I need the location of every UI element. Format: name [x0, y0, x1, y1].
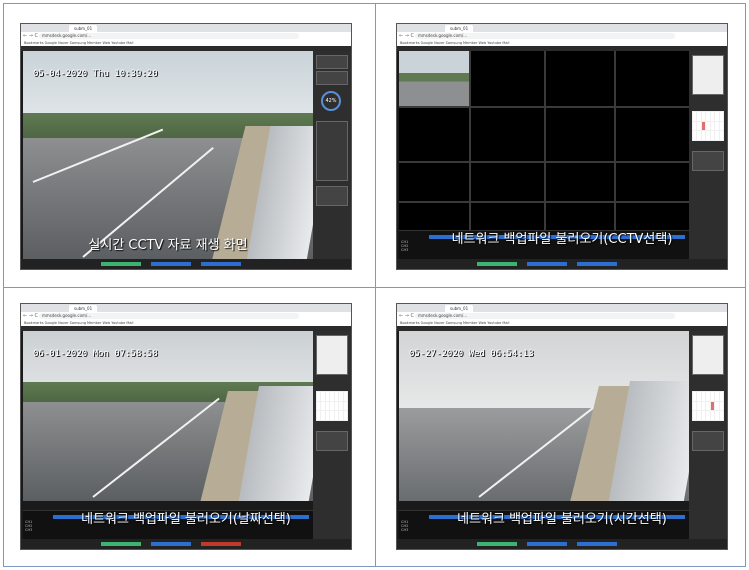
nav-arrows-icon[interactable]: ← → C — [23, 33, 38, 39]
nav-arrows-icon[interactable]: ← → C — [399, 33, 414, 39]
time-select[interactable] — [692, 431, 724, 451]
screenshot-cctv-select: subm_01 ← → Cmmsdesk.google.com/... Book… — [396, 23, 728, 270]
nav-arrows-icon[interactable]: ← → C — [23, 313, 38, 319]
time-display — [316, 55, 348, 69]
calendar[interactable] — [692, 391, 724, 421]
panel-caption: 네트워크 백업파일 불러오기(시간선택) — [457, 512, 667, 527]
camera-list[interactable] — [692, 335, 724, 375]
osd-timestamp: 05-04-2020 Thu 10:39:20 — [33, 69, 158, 79]
control-sidebar — [313, 331, 351, 539]
panel-caption: 네트워크 백업파일 불러오기(CCTV선택) — [451, 232, 673, 247]
screenshot-time-select: subm_01 ← → Cmmsdesk.google.com/... Book… — [396, 303, 728, 550]
browser-tab[interactable]: subm_01 — [445, 25, 474, 32]
status-bar — [397, 259, 727, 269]
video-view: 06-01-2020 Mon 07:58:58 — [23, 331, 313, 501]
browser-tab[interactable]: subm_01 — [445, 305, 474, 312]
calendar[interactable] — [692, 111, 724, 141]
camera-list[interactable] — [316, 335, 348, 375]
panel-caption: 네트워크 백업파일 불러오기(날짜선택) — [81, 512, 291, 527]
video-grid — [399, 51, 689, 241]
screenshot-live-cctv: subm_01 ← → Cmmsdesk.google.com/... Book… — [20, 23, 352, 270]
preset-panel[interactable] — [316, 186, 348, 206]
ptz-controls[interactable] — [316, 121, 348, 181]
url-field[interactable]: mmsdesk.google.com/... — [39, 33, 299, 39]
nav-arrows-icon[interactable]: ← → C — [399, 313, 414, 319]
browser-tabbar: subm_01 — [21, 304, 351, 312]
browser-tab[interactable]: subm_01 — [69, 305, 98, 312]
date-display — [316, 71, 348, 85]
browser-tab[interactable]: subm_01 — [69, 25, 98, 32]
control-sidebar — [689, 331, 727, 539]
camera-thumbnail[interactable] — [399, 51, 469, 106]
url-field[interactable]: mmsdesk.google.com/... — [415, 33, 675, 39]
status-bar — [21, 539, 351, 549]
video-view: 05-27-2020 Wed 06:54:13 — [399, 331, 689, 501]
screenshot-date-select: subm_01 ← → Cmmsdesk.google.com/... Book… — [20, 303, 352, 550]
grid-divider-vertical — [375, 4, 376, 566]
browser-tabbar: subm_01 — [397, 304, 727, 312]
browser-tabbar: subm_01 — [397, 24, 727, 32]
url-field[interactable]: mmsdesk.google.com/... — [415, 313, 675, 319]
time-select[interactable] — [692, 151, 724, 171]
grid-divider-horizontal — [4, 287, 745, 288]
status-bar — [21, 259, 351, 269]
url-field[interactable]: mmsdesk.google.com/... — [39, 313, 299, 319]
ptz-dial[interactable]: 42% — [321, 91, 341, 111]
camera-list[interactable] — [692, 55, 724, 95]
osd-timestamp: 06-01-2020 Mon 07:58:58 — [33, 349, 158, 359]
browser-tabbar: subm_01 — [21, 24, 351, 32]
panel-caption: 실시간 CCTV 자료 재생 화면 — [88, 238, 248, 253]
status-bar — [397, 539, 727, 549]
control-sidebar — [689, 51, 727, 259]
video-view: 05-04-2020 Thu 10:39:20 실시간 CCTV 자료 재생 화… — [23, 51, 313, 259]
time-select[interactable] — [316, 431, 348, 451]
calendar[interactable] — [316, 391, 348, 421]
control-sidebar: 42% — [313, 51, 351, 259]
osd-timestamp: 05-27-2020 Wed 06:54:13 — [409, 349, 534, 359]
